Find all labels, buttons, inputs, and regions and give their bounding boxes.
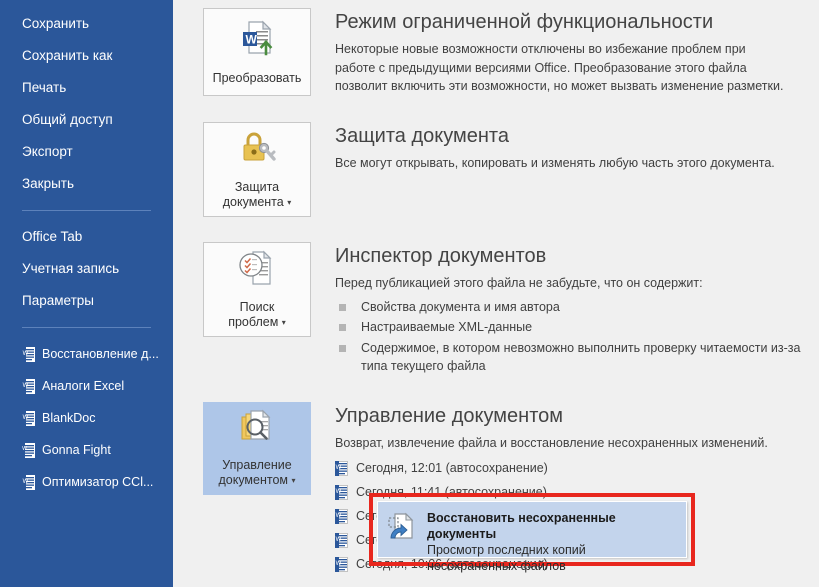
compatibility-description: Некоторые новые возможности отключены во…: [335, 42, 784, 93]
protect-label-line2: документа: [222, 195, 284, 209]
sidebar-file-label: Gonna Fight: [42, 443, 111, 457]
info-pane: W Преобразовать Режим ограниченной функц…: [173, 0, 819, 587]
sidebar-file-blankdoc[interactable]: W BlankDoc: [0, 402, 173, 434]
sidebar-file-vosstanovlenie[interactable]: W Восстановление д...: [0, 338, 173, 370]
protect-document-button[interactable]: Защита документа ▾: [203, 122, 311, 218]
compatibility-title: Режим ограниченной функциональности: [335, 11, 714, 33]
manage-label-line1: Управление: [222, 457, 292, 472]
sidebar-item-share[interactable]: Общий доступ: [0, 104, 173, 136]
manage-document-button[interactable]: Управление документом ▾: [203, 401, 311, 495]
recover-unsaved-highlight-box: Восстановить несохраненные документы Про…: [369, 493, 695, 573]
sidebar-item-account[interactable]: Учетная запись: [0, 253, 173, 285]
word-document-icon: W: [335, 484, 348, 500]
sidebar-item-office-tab[interactable]: Office Tab: [0, 221, 173, 253]
svg-text:W: W: [23, 415, 29, 421]
word-document-icon: W: [22, 474, 35, 490]
manage-description: Возврат, извлечение файла и восстановлен…: [335, 435, 768, 450]
svg-text:W: W: [336, 537, 342, 543]
svg-text:W: W: [336, 513, 342, 519]
sidebar-file-analogi-excel[interactable]: W Аналоги Excel: [0, 370, 173, 402]
sidebar-item-save-as[interactable]: Сохранить как: [0, 40, 173, 72]
version-label: Сегодня, 12:01 (автосохранение): [356, 461, 548, 476]
inspector-label-line1: Поиск: [239, 300, 275, 315]
word-document-icon: W: [335, 532, 348, 548]
check-for-issues-button-label: Поиск проблем ▾: [228, 300, 286, 330]
manage-label-line2: документом: [218, 472, 289, 487]
protection-description: Все могут открывать, копировать и изменя…: [335, 156, 775, 170]
sidebar-file-label: Оптимизатор CCl...: [42, 475, 154, 489]
convert-button[interactable]: W Преобразовать: [203, 8, 311, 96]
word-document-icon: W: [335, 508, 348, 524]
svg-text:W: W: [336, 465, 342, 471]
sidebar-item-print[interactable]: Печать: [0, 72, 173, 104]
word-document-icon: W: [22, 346, 35, 362]
word-document-icon: W: [335, 460, 348, 476]
inspector-bullet: Свойства документа и имя автора: [335, 298, 801, 317]
inspector-title: Инспектор документов: [335, 245, 547, 268]
sidebar-file-optimizator[interactable]: W Оптимизатор CCl...: [0, 466, 173, 498]
version-item[interactable]: W Сегодня, 12:01 (автосохранение): [335, 456, 768, 480]
protection-title: Защита документа: [335, 125, 509, 147]
backstage-sidebar: Сохранить Сохранить как Печать Общий дос…: [0, 0, 173, 587]
word-document-icon: W: [22, 442, 35, 458]
recover-unsaved-documents-menu-item[interactable]: Восстановить несохраненные документы Про…: [377, 501, 687, 573]
inspector-text-block: Инспектор документов Перед публикацией э…: [311, 242, 801, 378]
svg-text:W: W: [23, 383, 29, 389]
check-for-issues-button[interactable]: Поиск проблем ▾: [203, 242, 311, 338]
inspector-bullet-list: Свойства документа и имя автора Настраив…: [335, 298, 801, 376]
word-backstage-info-screen: Сохранить Сохранить как Печать Общий дос…: [0, 0, 819, 587]
inspector-label-line2: проблем: [228, 315, 279, 330]
svg-text:W: W: [246, 33, 258, 47]
inspector-bullet: Настраиваемые XML-данные: [335, 318, 801, 337]
section-compatibility-mode: W Преобразовать Режим ограниченной функц…: [173, 8, 819, 96]
sidebar-file-label: BlankDoc: [42, 411, 96, 425]
manage-document-icon: [237, 409, 277, 450]
chevron-down-icon: ▾: [281, 318, 286, 328]
convert-document-icon: W: [237, 18, 277, 63]
section-document-inspector: Поиск проблем ▾ Инспектор документов Пер…: [173, 242, 819, 378]
sidebar-item-save[interactable]: Сохранить: [0, 8, 173, 40]
chevron-down-icon: ▾: [287, 198, 292, 208]
compatibility-text-block: Режим ограниченной функциональности Неко…: [311, 8, 787, 96]
inspector-bullet: Содержимое, в котором невозможно выполни…: [335, 339, 801, 376]
sidebar-file-gonna-fight[interactable]: W Gonna Fight: [0, 434, 173, 466]
svg-text:W: W: [23, 479, 29, 485]
inspector-description: Перед публикацией этого файла не забудьт…: [335, 276, 703, 291]
document-checklist-icon: [237, 249, 277, 292]
manage-title: Управление документом: [335, 404, 564, 427]
convert-button-label: Преобразовать: [212, 71, 302, 85]
svg-text:W: W: [23, 351, 29, 357]
sidebar-item-export[interactable]: Экспорт: [0, 136, 173, 168]
word-document-icon: W: [22, 410, 35, 426]
svg-text:W: W: [336, 561, 342, 567]
word-document-icon: W: [335, 556, 348, 572]
sidebar-divider-1: [22, 210, 151, 211]
flyout-text-block: Восстановить несохраненные документы Про…: [427, 510, 678, 574]
sidebar-divider-2: [22, 327, 151, 328]
flyout-title: Восстановить несохраненные документы: [427, 511, 616, 541]
section-document-protection: Защита документа ▾ Защита документа Все …: [173, 122, 819, 218]
chevron-down-icon: ▾: [291, 475, 296, 485]
sidebar-item-options[interactable]: Параметры: [0, 285, 173, 317]
sidebar-file-label: Восстановление д...: [42, 347, 159, 361]
sidebar-item-close[interactable]: Закрыть: [0, 168, 173, 200]
lock-key-icon: [237, 129, 277, 172]
manage-document-button-label: Управление документом ▾: [218, 458, 295, 488]
flyout-subtitle-line2: несохраненных файлов: [427, 558, 566, 573]
protection-text-block: Защита документа Все могут открывать, ко…: [311, 122, 775, 173]
sidebar-file-label: Аналоги Excel: [42, 379, 125, 393]
svg-text:W: W: [336, 489, 342, 495]
svg-text:W: W: [22, 446, 27, 452]
protect-label-line1: Защита: [234, 180, 280, 194]
flyout-subtitle-line1: Просмотр последних копий: [427, 543, 586, 557]
recover-unsaved-document-icon: [386, 511, 418, 548]
protect-document-button-label: Защита документа ▾: [223, 180, 291, 210]
word-document-icon: W: [22, 378, 35, 394]
